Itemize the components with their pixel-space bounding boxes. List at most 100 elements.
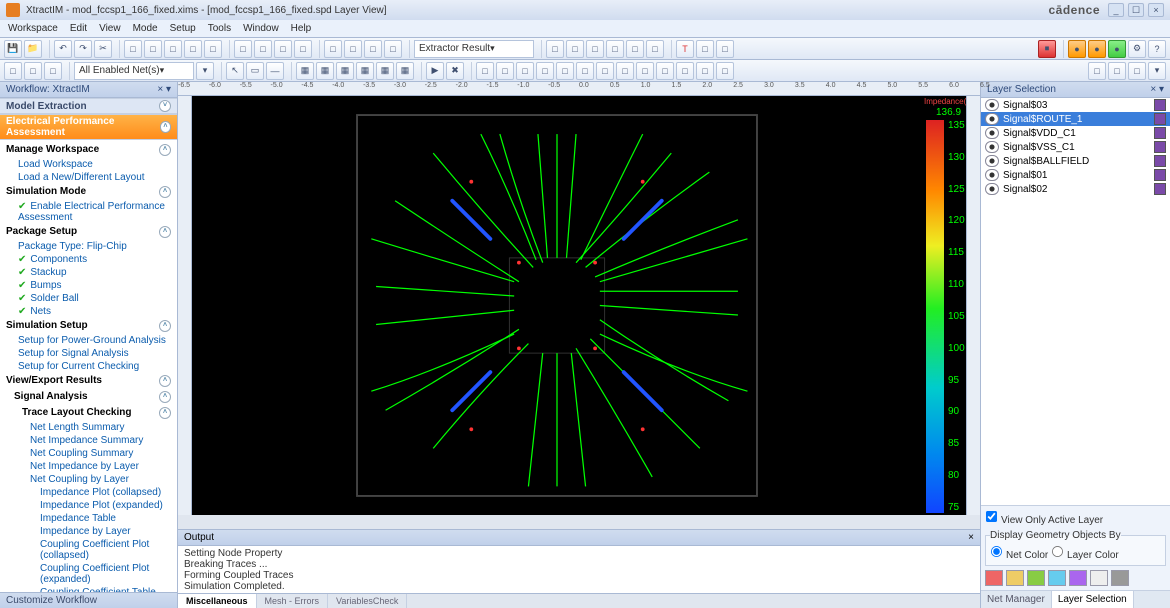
tool-generic-icon[interactable]: □ [344, 40, 362, 58]
tool-generic-icon[interactable]: □ [496, 62, 514, 80]
tool-generic-icon[interactable]: □ [626, 40, 644, 58]
color-btn[interactable] [985, 570, 1003, 586]
item-coupling-plot-expanded[interactable]: Coupling Coefficient Plot (expanded) [0, 562, 177, 586]
tool-generic-icon[interactable]: □ [144, 40, 162, 58]
visibility-icon[interactable] [985, 99, 999, 111]
layer-row[interactable]: Signal$03 [981, 98, 1170, 112]
chevron-icon[interactable]: ˅ [159, 100, 171, 112]
tool-folder-icon[interactable]: 📁 [24, 40, 42, 58]
tool-generic-icon[interactable]: □ [44, 62, 62, 80]
tool-generic-icon[interactable]: ― [266, 62, 284, 80]
color-btn[interactable] [1111, 570, 1129, 586]
layer-row[interactable]: Signal$01 [981, 168, 1170, 182]
tool-generic-icon[interactable]: □ [676, 62, 694, 80]
tool-generic-icon[interactable]: □ [204, 40, 222, 58]
tool-generic-icon[interactable]: □ [576, 62, 594, 80]
item-net-impedance-layer[interactable]: Net Impedance by Layer [0, 460, 177, 473]
tool-generic-icon[interactable]: □ [536, 62, 554, 80]
menu-window[interactable]: Window [243, 23, 279, 34]
layer-row[interactable]: Signal$ROUTE_1 [981, 112, 1170, 126]
group-view-export[interactable]: View/Export Results˄ [0, 373, 177, 389]
tool-generic-icon[interactable]: □ [616, 62, 634, 80]
minimize-button[interactable]: _ [1108, 3, 1124, 17]
tool-generic-icon[interactable]: □ [596, 62, 614, 80]
layer-swatch[interactable] [1154, 183, 1166, 195]
item-impedance-plot-expanded[interactable]: Impedance Plot (expanded) [0, 499, 177, 512]
tool-cursor-icon[interactable]: ↖ [226, 62, 244, 80]
tool-play-icon[interactable]: ▶ [426, 62, 444, 80]
tool-generic-icon[interactable]: □ [254, 40, 272, 58]
extractor-result-combo[interactable]: Extractor Result ▾ [414, 40, 534, 58]
item-enable-epa[interactable]: Enable Electrical Performance Assessment [0, 200, 177, 224]
layer-swatch[interactable] [1154, 113, 1166, 125]
menu-help[interactable]: Help [291, 23, 312, 34]
tool-save-icon[interactable]: 💾 [4, 40, 22, 58]
item-impedance-plot-collapsed[interactable]: Impedance Plot (collapsed) [0, 486, 177, 499]
item-net-coupling-summary[interactable]: Net Coupling Summary [0, 447, 177, 460]
item-solder-ball[interactable]: Solder Ball [0, 292, 177, 305]
visibility-icon[interactable] [985, 141, 999, 153]
tool-generic-icon[interactable]: □ [696, 62, 714, 80]
layer-row[interactable]: Signal$BALLFIELD [981, 154, 1170, 168]
scrollbar-h[interactable] [178, 515, 980, 529]
layer-swatch[interactable] [1154, 141, 1166, 153]
tool-generic-icon[interactable]: □ [716, 40, 734, 58]
tool-generic-icon[interactable]: □ [1088, 62, 1106, 80]
tool-rect-icon[interactable]: ▭ [246, 62, 264, 80]
tool-generic-icon[interactable]: □ [716, 62, 734, 80]
tool-generic-icon[interactable]: □ [696, 40, 714, 58]
item-coupling-plot-collapsed[interactable]: Coupling Coefficient Plot (collapsed) [0, 538, 177, 562]
group-simulation-mode[interactable]: Simulation Mode˄ [0, 184, 177, 200]
view-only-active-checkbox[interactable]: View Only Active Layer [985, 515, 1103, 526]
tool-generic-icon[interactable]: □ [4, 62, 22, 80]
tool-generic-icon[interactable]: □ [556, 62, 574, 80]
group-package-setup[interactable]: Package Setup˄ [0, 224, 177, 240]
tool-generic-icon[interactable]: □ [384, 40, 402, 58]
tool-generic-icon[interactable]: ▦ [336, 62, 354, 80]
tool-generic-icon[interactable]: □ [636, 62, 654, 80]
maximize-button[interactable]: ☐ [1128, 3, 1144, 17]
group-manage-workspace[interactable]: Manage Workspace˄ [0, 142, 177, 158]
tab-layer-selection[interactable]: Layer Selection [1052, 591, 1134, 608]
visibility-icon[interactable] [985, 113, 999, 125]
color-btn[interactable] [1090, 570, 1108, 586]
tool-config-icon[interactable]: ⚙ [1128, 40, 1146, 58]
layer-swatch[interactable] [1154, 99, 1166, 111]
menu-view[interactable]: View [99, 23, 121, 34]
radio-net-color[interactable]: Net Color [990, 550, 1048, 561]
tool-status-icon[interactable]: ● [1088, 40, 1106, 58]
output-tab-vars[interactable]: VariablesCheck [328, 594, 407, 608]
group-signal-analysis[interactable]: Signal Analysis˄ [0, 389, 177, 405]
layer-row[interactable]: Signal$02 [981, 182, 1170, 196]
tool-status-icon[interactable]: ● [1068, 40, 1086, 58]
item-load-layout[interactable]: Load a New/Different Layout [0, 171, 177, 184]
tool-generic-icon[interactable]: □ [24, 62, 42, 80]
menu-setup[interactable]: Setup [170, 23, 196, 34]
tool-generic-icon[interactable]: ▦ [376, 62, 394, 80]
tool-generic-icon[interactable]: □ [164, 40, 182, 58]
tool-generic-icon[interactable]: □ [324, 40, 342, 58]
layer-swatch[interactable] [1154, 127, 1166, 139]
group-trace-layout-checking[interactable]: Trace Layout Checking˄ [0, 405, 177, 421]
tool-generic-icon[interactable]: ▦ [396, 62, 414, 80]
item-nets[interactable]: Nets [0, 305, 177, 318]
tool-generic-icon[interactable]: □ [546, 40, 564, 58]
model-extraction-header[interactable]: Model Extraction˅ [0, 98, 177, 114]
menu-edit[interactable]: Edit [70, 23, 87, 34]
output-close-icon[interactable]: × [968, 532, 974, 543]
output-tab-misc[interactable]: Miscellaneous [178, 594, 257, 608]
item-setup-current[interactable]: Setup for Current Checking [0, 360, 177, 373]
chevron-icon[interactable]: ˄ [160, 121, 171, 133]
tool-stop-icon[interactable]: ⏹ [1038, 40, 1056, 58]
tool-generic-icon[interactable]: □ [566, 40, 584, 58]
tool-generic-icon[interactable]: □ [606, 40, 624, 58]
tool-generic-icon[interactable]: □ [476, 62, 494, 80]
visibility-icon[interactable] [985, 169, 999, 181]
tool-generic-icon[interactable]: □ [184, 40, 202, 58]
close-button[interactable]: × [1148, 3, 1164, 17]
item-components[interactable]: Components [0, 253, 177, 266]
tool-help-icon[interactable]: ? [1148, 40, 1166, 58]
scrollbar-v[interactable] [966, 96, 980, 515]
item-net-impedance-summary[interactable]: Net Impedance Summary [0, 434, 177, 447]
visibility-icon[interactable] [985, 127, 999, 139]
